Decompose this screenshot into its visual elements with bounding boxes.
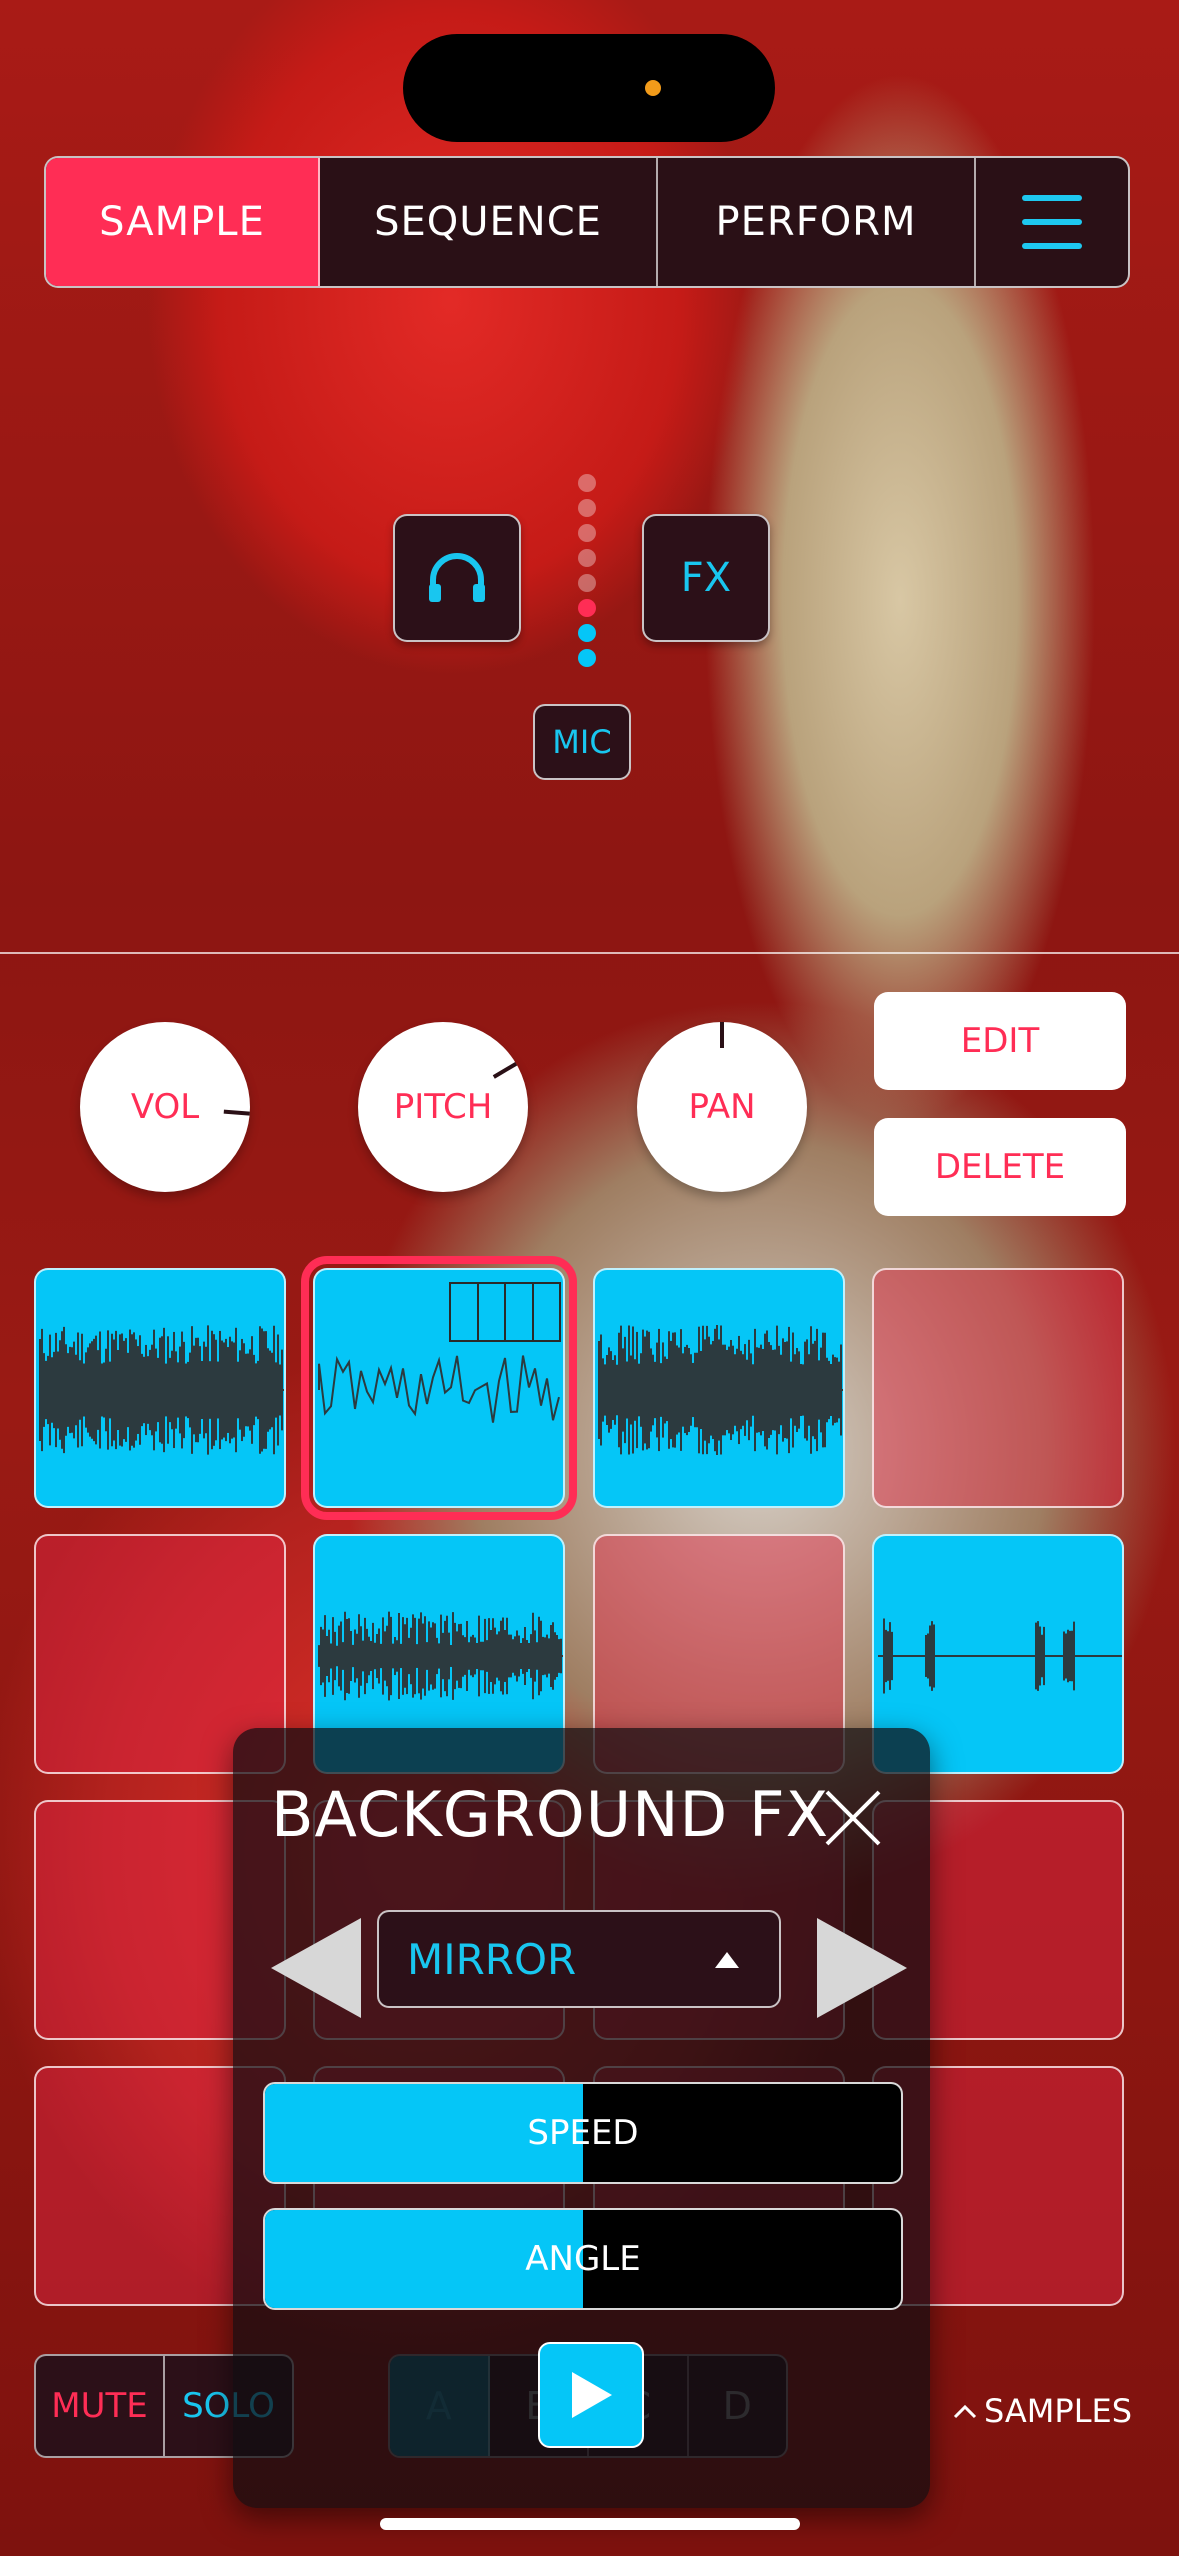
meter-dot (578, 649, 596, 667)
angle-slider[interactable]: ANGLE (263, 2208, 903, 2310)
pan-knob[interactable]: PAN (637, 1022, 807, 1192)
input-level-meter (578, 474, 598, 674)
menu-button[interactable] (976, 158, 1128, 286)
pitch-knob[interactable]: PITCH (358, 1022, 528, 1192)
pan-knob-label: PAN (688, 1087, 756, 1127)
home-indicator (380, 2518, 800, 2530)
meter-dot (578, 624, 596, 642)
meter-dot (578, 474, 596, 492)
vol-knob-indicator (223, 1109, 250, 1116)
delete-button[interactable]: DELETE (874, 1118, 1126, 1216)
keyboard-icon (449, 1282, 561, 1342)
meter-dot (578, 574, 596, 592)
angle-slider-label: ANGLE (525, 2239, 641, 2279)
vol-knob[interactable]: VOL (80, 1022, 250, 1192)
sample-pad[interactable] (301, 1256, 577, 1520)
effect-dropdown[interactable]: MIRROR (377, 1910, 781, 2008)
mode-tabs: SAMPLE SEQUENCE PERFORM (44, 156, 1130, 288)
meter-dot (578, 549, 596, 567)
pan-knob-indicator (720, 1022, 724, 1048)
dynamic-island (403, 34, 775, 142)
samples-label: SAMPLES (984, 2392, 1133, 2430)
hamburger-icon (1022, 195, 1082, 249)
next-effect-arrow[interactable] (817, 1918, 907, 2018)
previous-effect-arrow[interactable] (271, 1918, 361, 2018)
chevron-up-icon (953, 2404, 977, 2419)
tab-sample[interactable]: SAMPLE (46, 158, 320, 286)
meter-dot (578, 524, 596, 542)
headphones-icon (429, 553, 485, 602)
play-icon (572, 2372, 612, 2418)
play-button[interactable] (538, 2342, 644, 2448)
sample-pad[interactable] (872, 1268, 1124, 1508)
waveform (598, 1325, 843, 1455)
fx-button[interactable]: FX (642, 514, 770, 642)
sample-pad[interactable] (593, 1268, 845, 1508)
speed-slider-label: SPEED (527, 2113, 639, 2153)
sample-pad[interactable] (34, 1268, 286, 1508)
fx-panel-title: BACKGROUND FX (271, 1778, 830, 1851)
effect-dropdown-value: MIRROR (407, 1934, 577, 1984)
mute-button[interactable]: MUTE (36, 2356, 165, 2456)
pitch-knob-indicator (492, 1062, 518, 1079)
tab-sequence[interactable]: SEQUENCE (320, 158, 658, 286)
tab-perform[interactable]: PERFORM (658, 158, 976, 286)
edit-button[interactable]: EDIT (874, 992, 1126, 1090)
pitch-knob-label: PITCH (393, 1087, 493, 1127)
section-divider (0, 952, 1179, 954)
caret-up-icon (715, 1952, 739, 1968)
mic-button[interactable]: MIC (533, 704, 631, 780)
speed-slider[interactable]: SPEED (263, 2082, 903, 2184)
camera-indicator-dot (645, 80, 661, 96)
waveform (39, 1325, 284, 1455)
vol-knob-label: VOL (130, 1087, 200, 1127)
meter-dot (578, 499, 596, 517)
meter-dot (578, 599, 596, 617)
headphones-button[interactable] (393, 514, 521, 642)
close-icon[interactable] (823, 1788, 883, 1848)
samples-toggle[interactable]: SAMPLES (952, 2392, 1132, 2430)
